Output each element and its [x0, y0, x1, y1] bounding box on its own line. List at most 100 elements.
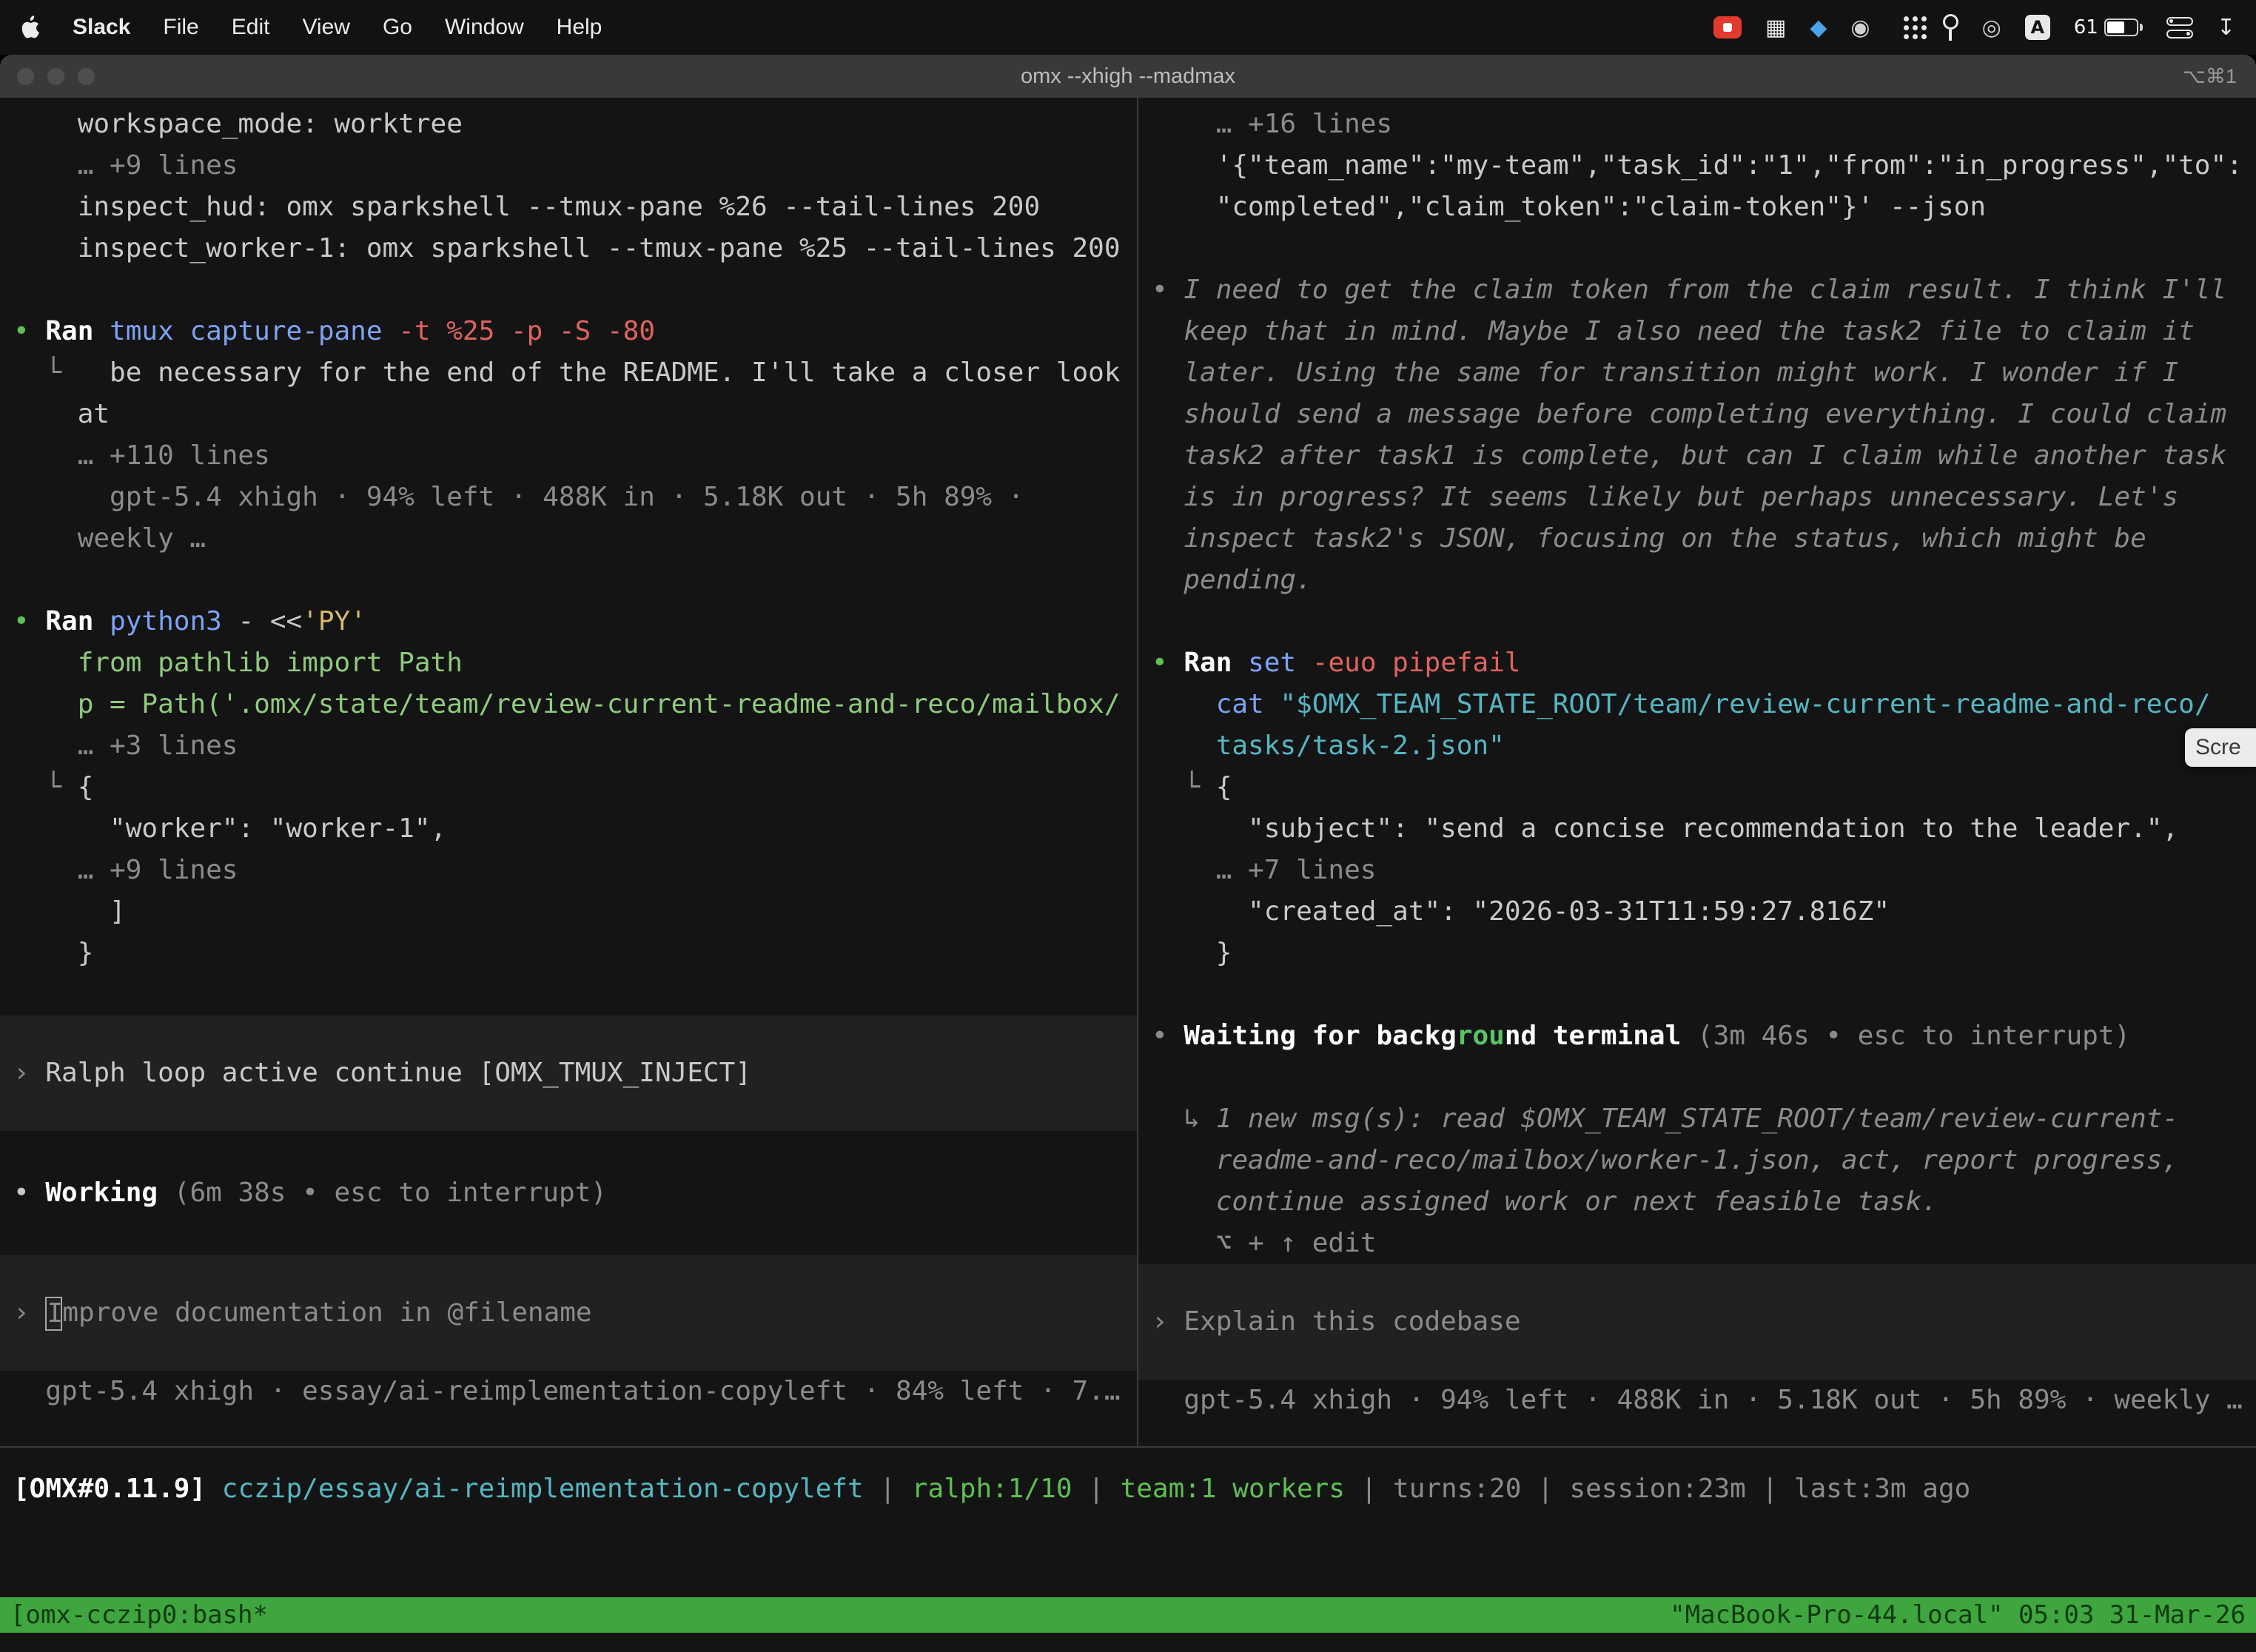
blank-line	[0, 1214, 1137, 1255]
terminal-line: from pathlib import Path	[0, 642, 1137, 684]
omx-status-bar: [OMX#0.11.9] cczip/essay/ai-reimplementa…	[0, 1446, 2256, 1516]
battery-indicator[interactable]: 61	[2074, 16, 2143, 38]
text-segment: … +9 lines	[13, 855, 238, 885]
left-pane[interactable]: workspace_mode: worktree … +9 lines insp…	[0, 98, 1138, 1446]
window-titlebar[interactable]: omx --xhigh --madmax ⌥⌘1	[0, 55, 2256, 98]
text-segment: "$OMX_TEAM_STATE_ROOT/team/review-curren…	[1280, 689, 2210, 719]
terminal-line: inspect task2's JSON, focusing on the st…	[1138, 518, 2256, 560]
text-segment: "created_at": "2026-03-31T11:59:27.816Z"	[1152, 896, 1890, 927]
composer-input[interactable]: › Ralph loop active continue [OMX_TMUX_I…	[0, 1015, 1137, 1131]
terminal-line: inspect_hud: omx sparkshell --tmux-pane …	[0, 187, 1137, 228]
text-segment: {	[1216, 772, 1232, 802]
menu-edit[interactable]: Edit	[232, 15, 270, 40]
terminal-line: inspect_worker-1: omx sparkshell --tmux-…	[0, 228, 1137, 269]
text-segment: |	[1072, 1474, 1121, 1504]
blank-line	[0, 974, 1137, 1015]
screen-capture-notification[interactable]: Scre	[2185, 728, 2256, 767]
terminal-line: p = Path('.omx/state/team/review-current…	[0, 684, 1137, 725]
tmux-host-clock: "MacBook-Pro-44.local" 05:03 31-Mar-26	[1670, 1600, 2246, 1630]
text-segment: "subject": "send a concise recommendatio…	[1152, 813, 2178, 844]
status-circle-icon[interactable]: ◎	[1982, 15, 2001, 41]
text-segment: -t %25 -p -S -80	[398, 316, 655, 346]
composer-input[interactable]: › Improve documentation in @filename	[0, 1255, 1137, 1371]
terminal-line: ↳ 1 new msg(s): read $OMX_TEAM_STATE_ROO…	[1138, 1098, 2256, 1140]
text-segment: -euo pipefail	[1312, 648, 1521, 678]
text-segment: •	[13, 1178, 45, 1208]
text-segment: inspect_hud: omx sparkshell --tmux-pane …	[13, 192, 1040, 222]
terminal-line: … +7 lines	[1138, 850, 2256, 891]
text-segment: Waiting for backg	[1184, 1021, 1456, 1051]
battery-nub	[2140, 24, 2143, 31]
text-segment: cczip/essay/ai-reimplementation-copyleft	[222, 1474, 864, 1504]
text-segment	[383, 316, 399, 346]
text-segment: be necessary for the end of the README. …	[110, 357, 1120, 388]
composer-input[interactable]: › Explain this codebase	[1138, 1264, 2256, 1380]
droplet-icon[interactable]: ◆	[1810, 15, 1827, 41]
key-head	[1943, 14, 1958, 30]
terminal-line: └ be necessary for the end of the README…	[0, 352, 1137, 394]
text-segment: [OMX#0.11.9]	[13, 1474, 206, 1504]
text-segment: … +110 lines	[13, 440, 270, 471]
text-segment: weekly …	[13, 523, 206, 554]
text-segment: gpt-5.4 xhigh · 94% left · 488K in · 5.1…	[13, 482, 1024, 512]
terminal-window: omx --xhigh --madmax ⌥⌘1 workspace_mode:…	[0, 55, 2256, 1652]
terminal-line: "created_at": "2026-03-31T11:59:27.816Z"	[1138, 891, 2256, 933]
text-segment: {	[78, 772, 94, 802]
text-segment: keep that in mind. Maybe I also need the…	[1152, 316, 2195, 346]
blank-line	[0, 269, 1137, 311]
screen-recording-indicator[interactable]	[1713, 16, 1742, 38]
apple-menu[interactable]	[21, 16, 40, 39]
terminal-line: … +16 lines	[1138, 104, 2256, 145]
menu-go[interactable]: Go	[383, 15, 412, 40]
stop-dot-icon	[1723, 23, 1732, 32]
keyboard-icon[interactable]: ▦	[1765, 15, 1786, 41]
menu-view[interactable]: View	[302, 15, 349, 40]
text-segment: tmux capture-pane	[110, 316, 382, 346]
terminal-line: "worker": "worker-1",	[0, 808, 1137, 850]
text-segment: nd terminal	[1505, 1021, 1681, 1051]
text-segment: pending.	[1152, 565, 1312, 595]
terminal-line: "completed","claim_token":"claim-token"}…	[1138, 187, 2256, 228]
download-arrow-icon[interactable]: ↧	[2217, 15, 2235, 41]
text-segment: 'PY'	[302, 606, 366, 637]
text-segment: gpt-5.4 xhigh · 94% left · 488K in · 5.1…	[1152, 1385, 2243, 1415]
macos-menubar: Slack File Edit View Go Window Help ▦ ◆ ◉ ◎ A 61 ↧	[0, 0, 2256, 55]
right-pane[interactable]: … +16 lines '{"team_name":"my-team","tas…	[1138, 98, 2256, 1446]
blank-line	[1138, 974, 2256, 1015]
text-segment: task2 after task1 is complete, but can I…	[1152, 440, 2226, 471]
toggle-pill	[2166, 17, 2193, 26]
text-segment: (6m 38s • esc to interrupt)	[174, 1178, 607, 1208]
app-grid-icon[interactable]	[1894, 15, 1919, 40]
menu-help[interactable]: Help	[557, 15, 602, 40]
terminal-line: • Ran tmux capture-pane -t %25 -p -S -80	[0, 311, 1137, 352]
key-icon[interactable]	[1943, 14, 1958, 41]
text-segment	[1681, 1021, 1697, 1051]
terminal-line: keep that in mind. Maybe I also need the…	[1138, 311, 2256, 352]
terminal-line: └ {	[1138, 767, 2256, 808]
text-segment: "worker": "worker-1",	[13, 813, 446, 844]
menu-file[interactable]: File	[163, 15, 198, 40]
text-segment	[1296, 648, 1312, 678]
text-segment: p = Path('.omx/state/team/review-current…	[13, 689, 1121, 719]
control-center-icon[interactable]	[2166, 17, 2193, 38]
input-source-icon[interactable]: A	[2025, 15, 2050, 40]
text-segment: Explain this codebase	[1184, 1306, 1520, 1337]
terminal-line: weekly …	[0, 518, 1137, 560]
text-segment: └	[13, 357, 110, 388]
text-segment	[1152, 731, 1216, 761]
text-segment: … +7 lines	[1152, 855, 1376, 885]
menu-slack[interactable]: Slack	[73, 15, 130, 40]
text-segment: set	[1248, 648, 1296, 678]
terminal-line: … +3 lines	[0, 725, 1137, 767]
text-segment: ]	[13, 896, 126, 927]
disk-icon[interactable]: ◉	[1850, 15, 1870, 41]
text-segment: inspect task2's JSON, focusing on the st…	[1152, 523, 2146, 554]
menu-window[interactable]: Window	[445, 15, 524, 40]
text-segment: from pathlib import Path	[13, 648, 463, 678]
key-stem	[1949, 30, 1952, 41]
terminal-line: readme-and-reco/mailbox/worker-1.json, a…	[1138, 1140, 2256, 1181]
terminal-line: pending.	[1138, 560, 2256, 601]
terminal-content: workspace_mode: worktree … +9 lines insp…	[0, 98, 2256, 1652]
text-segment: … +16 lines	[1152, 109, 1392, 139]
text-segment: mprove documentation in @filename	[62, 1297, 591, 1328]
